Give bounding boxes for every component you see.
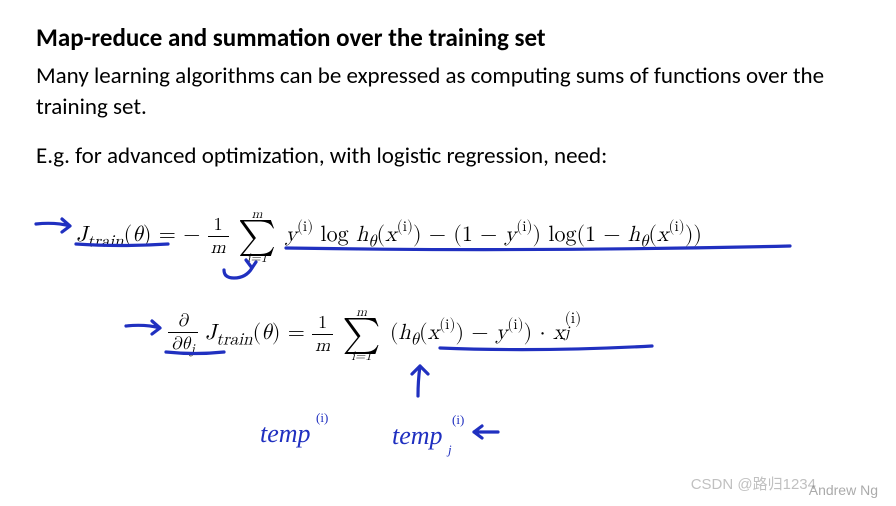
eq2-J: J — [205, 322, 216, 344]
up-arrow-icon — [412, 366, 428, 396]
eq2-x-sup: (i) — [439, 317, 455, 332]
eq2-theta: θ — [261, 322, 272, 344]
eq1-x2: x — [657, 224, 669, 246]
eq1-sum-sigma: ∑ — [238, 221, 276, 252]
eq1-J: J — [76, 224, 87, 246]
eq2-minus-y: ) − — [455, 322, 495, 344]
eq2-xj-supsub: (i)j — [565, 312, 582, 341]
slide-title: Map-reduce and summation over the traini… — [36, 22, 856, 53]
eq1-x: x — [385, 224, 397, 246]
eq1-h-sub: θ — [368, 233, 376, 250]
eq1-close2: )) — [685, 224, 702, 246]
paragraph-intro: Many learning algorithms can be expresse… — [36, 61, 856, 123]
handwritten-tempj-label: temp — [392, 421, 443, 450]
eq1-equals: = — [159, 224, 183, 246]
eq2-h: h — [398, 322, 410, 344]
eq1-close1: ) — [532, 224, 548, 246]
eq2-equals: = — [288, 322, 312, 344]
eq1-x2-sup: (i) — [669, 219, 685, 234]
eq1-y-sup: (i) — [297, 219, 313, 234]
eq1-h2-sub: θ — [640, 233, 648, 250]
eq2-h-sub: θ — [411, 331, 419, 348]
eq1-h: h — [356, 224, 368, 246]
equation-cost-function: Jtrain(θ) = − 1 m m ∑ i=1 y(i) log hθ(x(… — [76, 208, 702, 265]
arrow-icon — [36, 219, 70, 232]
eq1-y: y — [285, 224, 297, 246]
eq1-y2-sup: (i) — [516, 219, 532, 234]
eq2-xj-sub: j — [565, 325, 570, 341]
eq1-J-sub: train — [87, 233, 123, 250]
eq2-frac-num: 1 — [312, 312, 333, 335]
equation-gradient: ∂ ∂θj Jtrain(θ) = 1 m m ∑ i=1 (hθ(x(i)) … — [168, 306, 581, 363]
eq2-y-sup: (i) — [507, 317, 523, 332]
paragraph-example-lead: E.g. for advanced optimization, with log… — [36, 141, 856, 172]
eq1-h2: h — [628, 224, 640, 246]
eq1-sep: − (1 − — [429, 224, 505, 246]
eq1-y2: y — [505, 224, 517, 246]
eq2-partial-frac: ∂ ∂θj — [168, 310, 198, 359]
handwritten-tempj-sup: (i) — [452, 412, 464, 427]
eq2-xj: x — [553, 322, 565, 344]
eq2-y: y — [496, 322, 508, 344]
eq1-log2: log(1 − — [548, 224, 627, 246]
eq2-frac-den: m — [312, 335, 333, 357]
eq1-minus: − — [183, 224, 200, 246]
eq2-1-over-m: 1 m — [312, 312, 333, 357]
eq2-partial-den: ∂θj — [168, 333, 198, 359]
eq2-summation: m ∑ i=1 — [342, 306, 380, 363]
eq2-partial-num: ∂ — [168, 310, 198, 333]
watermark-author: Andrew Ng — [809, 482, 878, 498]
handwritten-temp-label: temp — [260, 419, 311, 448]
eq2-sum-sigma: ∑ — [342, 319, 380, 350]
eq2-x: x — [428, 322, 440, 344]
handwritten-tempj-sub: j — [446, 442, 452, 457]
eq1-frac-den: m — [208, 237, 229, 259]
eq1-log1: log — [321, 224, 356, 246]
left-arrow-icon — [474, 426, 498, 438]
eq1-x-sup: (i) — [397, 219, 413, 234]
eq2-J-sub: train — [216, 331, 252, 348]
eq1-1-over-m: 1 m — [208, 214, 229, 259]
handwritten-temp-sup: (i) — [316, 410, 328, 425]
arrow-icon — [126, 321, 160, 334]
eq2-partial-den-text: ∂θ — [171, 335, 190, 353]
eq1-theta: θ — [132, 224, 143, 246]
eq2-close-dot: ) · — [524, 322, 553, 344]
watermark-csdn: CSDN @路归1234 — [691, 473, 816, 494]
eq1-frac-num: 1 — [208, 214, 229, 237]
eq2-partial-den-sub: j — [190, 343, 194, 357]
eq1-summation: m ∑ i=1 — [238, 208, 276, 265]
